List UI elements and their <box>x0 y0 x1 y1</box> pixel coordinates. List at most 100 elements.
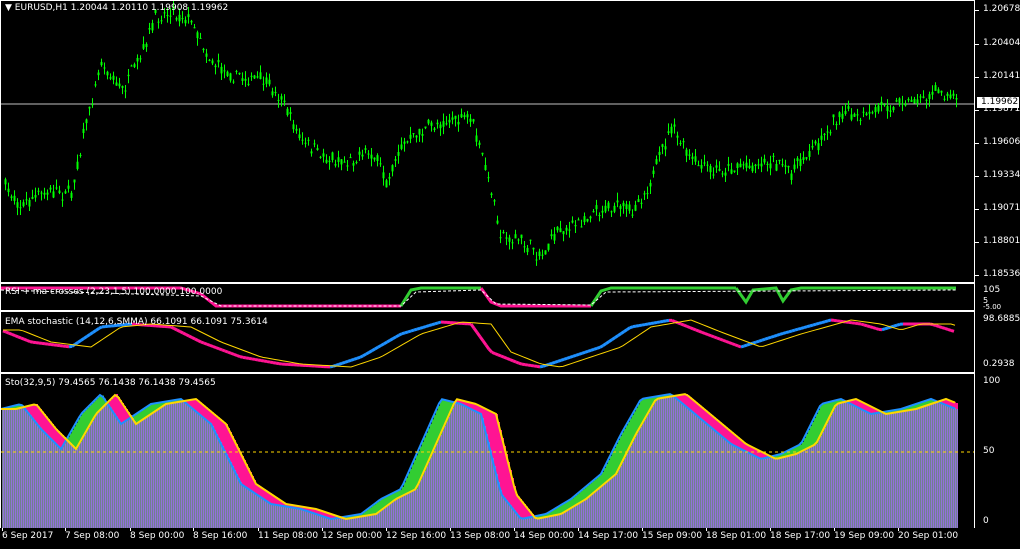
sto-histogram-bar <box>510 505 511 528</box>
sto-histogram-bar <box>283 505 284 528</box>
sto-histogram-bar <box>202 416 203 528</box>
sto-histogram-bar <box>118 419 119 528</box>
sto-histogram-bar <box>490 450 491 528</box>
sto-histogram-bar <box>270 503 271 528</box>
candle-body <box>103 67 106 69</box>
ema-stochastic-line <box>950 328 955 333</box>
ema-stochastic-line <box>437 320 442 325</box>
stochastic-pane[interactable]: Sto(32,9,5) 79.4565 76.1438 76.1438 79.4… <box>0 373 975 529</box>
sto-histogram-bar <box>895 412 896 528</box>
sto-histogram-bar <box>935 403 936 528</box>
sto-histogram-bar <box>235 470 236 528</box>
sto-histogram-bar <box>204 418 205 528</box>
sto-histogram-bar <box>780 458 781 528</box>
sto-histogram-bar <box>95 417 96 528</box>
sto-histogram-bar <box>728 441 729 528</box>
sto-fill-bar <box>220 419 222 443</box>
sto-histogram-bar <box>692 411 693 528</box>
rsi-line <box>479 287 591 308</box>
sto-histogram-bar <box>15 409 16 528</box>
candle-body <box>430 122 433 126</box>
sto-histogram-bar <box>62 447 63 528</box>
candle-body <box>940 90 943 93</box>
ema-stochastic-line <box>671 319 676 323</box>
candle-body <box>19 207 22 209</box>
sto-histogram-bar <box>904 411 905 528</box>
ema-stochastic-line <box>938 325 943 329</box>
sto-histogram-bar <box>488 442 489 528</box>
sto-histogram-bar <box>794 454 795 528</box>
ema-stochastic-line <box>809 323 814 328</box>
sto-histogram-bar <box>797 454 798 528</box>
sto-histogram-bar <box>272 504 273 528</box>
candle-body <box>625 204 628 210</box>
candle-body <box>712 174 715 176</box>
sto-histogram-bar <box>568 509 569 528</box>
candle-body <box>655 159 658 164</box>
candle-body <box>694 156 697 162</box>
sto-histogram-bar <box>566 511 567 528</box>
rsi-pane[interactable]: RSI + ma crosses (2,23,1,5) 100.0000 100… <box>0 283 975 311</box>
ema-stochastic-line <box>860 322 865 327</box>
sto-histogram-bar <box>574 506 575 528</box>
sto-histogram-bar <box>801 452 802 528</box>
sto-histogram-bar <box>956 409 957 528</box>
sto-histogram-bar <box>492 458 493 528</box>
candle-body <box>925 99 928 101</box>
sto-histogram-bar <box>113 410 114 528</box>
candle-body <box>136 57 139 62</box>
sto-histogram-bar <box>376 514 377 528</box>
sto-histogram-bar <box>12 409 13 528</box>
sto-histogram-bar <box>800 452 801 528</box>
sto-histogram-bar <box>887 414 888 528</box>
ema-stochastic-pane[interactable]: EMA stochastic (14,12,6,SMMA) 66.1091 66… <box>0 311 975 373</box>
sto-histogram-bar <box>837 404 838 528</box>
sto-histogram-bar <box>554 515 555 528</box>
sto-histogram-bar <box>108 404 109 528</box>
sto-histogram-bar <box>201 414 202 528</box>
candle-body <box>502 232 505 234</box>
ema-stochastic-line <box>509 358 514 363</box>
sto-histogram-bar <box>114 413 115 528</box>
candle-body <box>457 121 460 125</box>
sto-histogram-bar <box>256 494 257 528</box>
candle-body <box>490 193 493 196</box>
sto-histogram-bar <box>600 487 601 528</box>
sto-histogram-bar <box>950 406 951 528</box>
sto-histogram-bar <box>303 509 304 528</box>
sto-histogram-bar <box>745 450 746 528</box>
sto-histogram-bar <box>444 426 445 528</box>
sto-histogram-bar <box>237 474 238 528</box>
ema-stochastic-line <box>665 318 670 323</box>
ema-stochastic-line <box>5 330 10 335</box>
candle-body <box>460 114 463 118</box>
sto-histogram-bar <box>804 450 805 528</box>
sto-histogram-bar <box>620 466 621 528</box>
candle-body <box>385 180 388 188</box>
sto-histogram-bar <box>247 487 248 528</box>
sto-histogram-bar <box>764 458 765 528</box>
candle-body <box>214 65 217 68</box>
sto-fill-bar <box>814 418 816 446</box>
sto-histogram-bar <box>638 430 639 528</box>
sto-histogram-bar <box>404 495 405 528</box>
sto-histogram-bar <box>813 446 814 528</box>
sto-histogram-bar <box>639 430 640 528</box>
symbol-menu-icon[interactable]: ▼ <box>5 3 12 13</box>
sto-histogram-bar <box>149 416 150 528</box>
sto-histogram-bar <box>608 480 609 528</box>
sto-histogram-bar <box>930 404 931 528</box>
candle-body <box>832 114 835 118</box>
sto-histogram-bar <box>648 413 649 528</box>
sto-histogram-bar <box>374 514 375 528</box>
sto-histogram-bar <box>425 471 426 528</box>
sto-histogram-bar <box>269 502 270 528</box>
candle-body <box>220 66 223 74</box>
candle-body <box>37 190 40 192</box>
sto-histogram-bar <box>897 412 898 528</box>
sto-histogram-bar <box>925 406 926 528</box>
sto-histogram-bar <box>943 403 944 528</box>
price-chart-pane[interactable]: ▼ EURUSD,H1 1.20044 1.20110 1.19908 1.19… <box>0 0 975 283</box>
ema-stochastic-line <box>350 357 355 362</box>
sto-histogram-bar <box>606 482 607 528</box>
